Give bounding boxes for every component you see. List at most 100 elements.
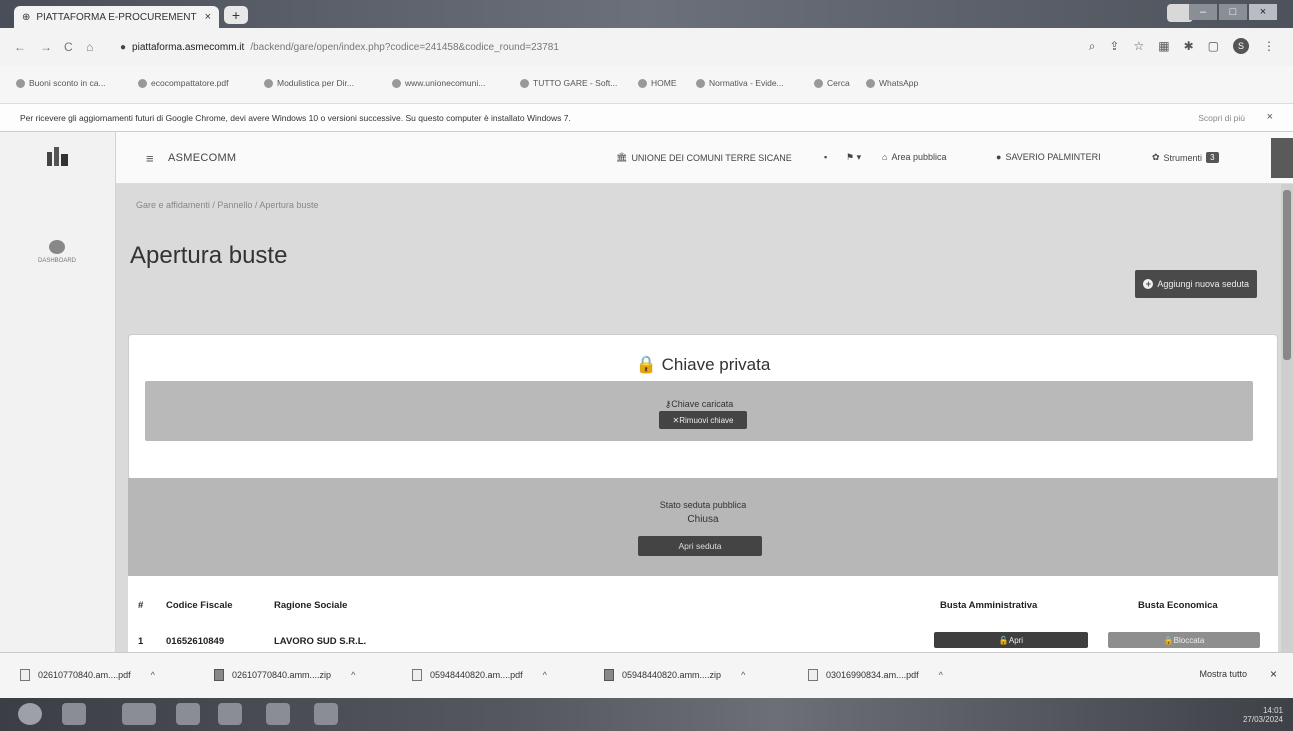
bookmark-item[interactable]: Buoni sconto in ca...	[16, 78, 106, 88]
flag-dropdown-icon[interactable]: ⚑ ▾	[846, 152, 861, 163]
show-all-downloads-link[interactable]: Mostra tutto	[1199, 669, 1247, 679]
table-header-index: #	[138, 600, 144, 611]
bookmark-item[interactable]: ecocompattatore.pdf	[138, 78, 229, 88]
whatsapp-icon	[866, 78, 875, 88]
back-icon[interactable]: ←	[14, 40, 26, 54]
media-player-icon[interactable]	[176, 703, 200, 725]
menu-toggle-icon[interactable]: ≡	[146, 151, 154, 166]
google-icon	[814, 78, 823, 88]
reading-list-icon[interactable]: ▦	[1158, 39, 1169, 53]
download-item[interactable]: 02610770840.amm....zip ^	[214, 669, 355, 681]
table-header-tax-code: Codice Fiscale	[166, 600, 233, 611]
browser-actions: ⌕ ⇪ ☆ ▦ ✱ ▢ S ⋮	[1089, 38, 1275, 54]
home-icon[interactable]: ⌂	[86, 40, 93, 54]
close-icon: ✕	[672, 415, 680, 425]
zip-file-icon	[604, 669, 614, 681]
globe-icon	[638, 78, 647, 88]
open-admin-envelope-button[interactable]: 🔓 Apri	[934, 632, 1088, 648]
scrollbar-thumb[interactable]	[1283, 190, 1291, 360]
profile-avatar[interactable]: S	[1233, 38, 1249, 54]
add-session-button[interactable]: + Aggiungi nuova seduta	[1135, 270, 1257, 298]
start-button[interactable]	[18, 703, 42, 725]
private-key-panel: 🔒 Chiave privata ⚷Chiave caricata ✕ Rimuo…	[128, 334, 1278, 480]
table-cell-company: LAVORO SUD S.R.L.	[274, 636, 367, 647]
tools-badge: 3	[1206, 152, 1219, 163]
table-cell-index: 1	[138, 636, 144, 647]
app-icon[interactable]	[314, 703, 338, 725]
app-sidebar: DASHBOARD	[0, 132, 116, 652]
side-panel-tab[interactable]	[1271, 138, 1293, 178]
user-menu[interactable]: ● SAVERIO PALMINTERI	[996, 152, 1101, 162]
close-window-button[interactable]: ×	[1249, 4, 1277, 20]
public-session-panel: Stato seduta pubblica Chiusa Apri seduta	[128, 478, 1278, 576]
unlock-icon: 🔓	[998, 635, 1009, 645]
extensions-icon[interactable]: ✱	[1184, 39, 1194, 53]
chrome-icon[interactable]	[266, 703, 290, 725]
download-item[interactable]: 02610770840.am....pdf ^	[20, 669, 155, 681]
browser-tab[interactable]: ⊕ PIATTAFORMA E-PROCUREMENT ×	[14, 6, 219, 28]
ie-icon[interactable]	[62, 703, 86, 725]
page-scrollbar[interactable]	[1281, 184, 1293, 652]
bookmark-item[interactable]: Cerca	[814, 78, 850, 88]
explorer-icon[interactable]	[122, 703, 156, 725]
app-topbar: ≡ ASMECOMM 🏛 UNIONE DEI COMUNI TERRE SICA…	[116, 132, 1293, 184]
tools-menu[interactable]: ✿ Strumenti 3	[1152, 152, 1219, 163]
bookmark-item[interactable]: WhatsApp	[866, 78, 918, 88]
bookmark-item[interactable]: Modulistica per Dir...	[264, 78, 354, 88]
sidebar-item-dashboard[interactable]: DASHBOARD	[22, 240, 92, 264]
dashboard-icon	[49, 240, 65, 254]
union-link[interactable]: 🏛 UNIONE DEI COMUNI TERRE SICANE	[616, 152, 792, 163]
bookmark-item[interactable]: TUTTO GARE - Soft...	[520, 78, 617, 88]
system-tray-clock[interactable]: 14:01 27/03/2024	[1243, 706, 1283, 724]
main-content: Gare e affidamenti / Pannello / Apertura…	[116, 184, 1281, 652]
download-item[interactable]: 03016990834.am....pdf ^	[808, 669, 943, 681]
download-item[interactable]: 05948440820.am....pdf ^	[412, 669, 547, 681]
chevron-up-icon[interactable]: ^	[543, 670, 547, 680]
gear-icon: ✿	[1152, 152, 1160, 162]
infobar-close-icon[interactable]: ×	[1267, 111, 1273, 123]
chevron-up-icon[interactable]: ^	[151, 670, 155, 680]
learn-more-link[interactable]: Scopri di più	[1198, 113, 1245, 123]
locked-economic-envelope-button[interactable]: 🔒 Bloccata	[1108, 632, 1260, 648]
forward-icon[interactable]: →	[40, 40, 52, 54]
table-cell-tax-code: 01652610849	[166, 636, 225, 647]
bookmark-item[interactable]: www.unionecomuni...	[392, 78, 485, 88]
table-header-admin-envelope: Busta Amministrativa	[940, 600, 1038, 611]
share-icon[interactable]: ⇪	[1109, 39, 1119, 53]
calendar-icon[interactable]: ▪	[824, 152, 827, 162]
breadcrumb[interactable]: Gare e affidamenti / Pannello / Apertura…	[136, 200, 318, 210]
lock-icon: ●	[120, 41, 127, 53]
zip-file-icon	[214, 669, 224, 681]
globe-icon	[520, 78, 529, 88]
bookmark-item[interactable]: HOME	[638, 78, 677, 88]
chevron-up-icon[interactable]: ^	[939, 670, 943, 680]
asmecomm-logo[interactable]	[46, 144, 70, 166]
maximize-button[interactable]: □	[1219, 4, 1247, 20]
menu-dots-icon[interactable]: ⋮	[1263, 39, 1275, 53]
table-header-company: Ragione Sociale	[274, 600, 348, 611]
minimize-button[interactable]: –	[1189, 4, 1217, 20]
chevron-up-icon[interactable]: ^	[741, 670, 745, 680]
pdf-file-icon	[808, 669, 818, 681]
close-downloads-icon[interactable]: ×	[1270, 667, 1277, 681]
lock-icon: 🔒	[635, 355, 657, 374]
new-tab-button[interactable]: +	[224, 6, 248, 24]
close-tab-icon[interactable]: ×	[205, 11, 211, 23]
download-item[interactable]: 05948440820.amm....zip ^	[604, 669, 745, 681]
key-status: ⚷Chiave caricata	[664, 399, 734, 409]
url-host: piattaforma.asmecomm.it	[132, 41, 245, 53]
sidepanel-icon[interactable]: ▢	[1208, 39, 1219, 53]
word-icon[interactable]	[218, 703, 242, 725]
session-status-label: Stato seduta pubblica	[659, 500, 747, 510]
pdf-file-icon	[20, 669, 30, 681]
globe-icon	[696, 78, 705, 88]
zoom-icon[interactable]: ⌕	[1089, 39, 1096, 54]
reload-icon[interactable]: C	[64, 40, 73, 54]
star-icon[interactable]: ☆	[1133, 39, 1144, 53]
globe-icon	[392, 78, 401, 88]
open-session-button[interactable]: Apri seduta	[638, 536, 762, 556]
public-area-link[interactable]: ⌂ Area pubblica	[882, 152, 946, 162]
chevron-up-icon[interactable]: ^	[351, 670, 355, 680]
bookmark-item[interactable]: Normativa - Evide...	[696, 78, 784, 88]
remove-key-button[interactable]: ✕ Rimuovi chiave	[659, 411, 747, 429]
